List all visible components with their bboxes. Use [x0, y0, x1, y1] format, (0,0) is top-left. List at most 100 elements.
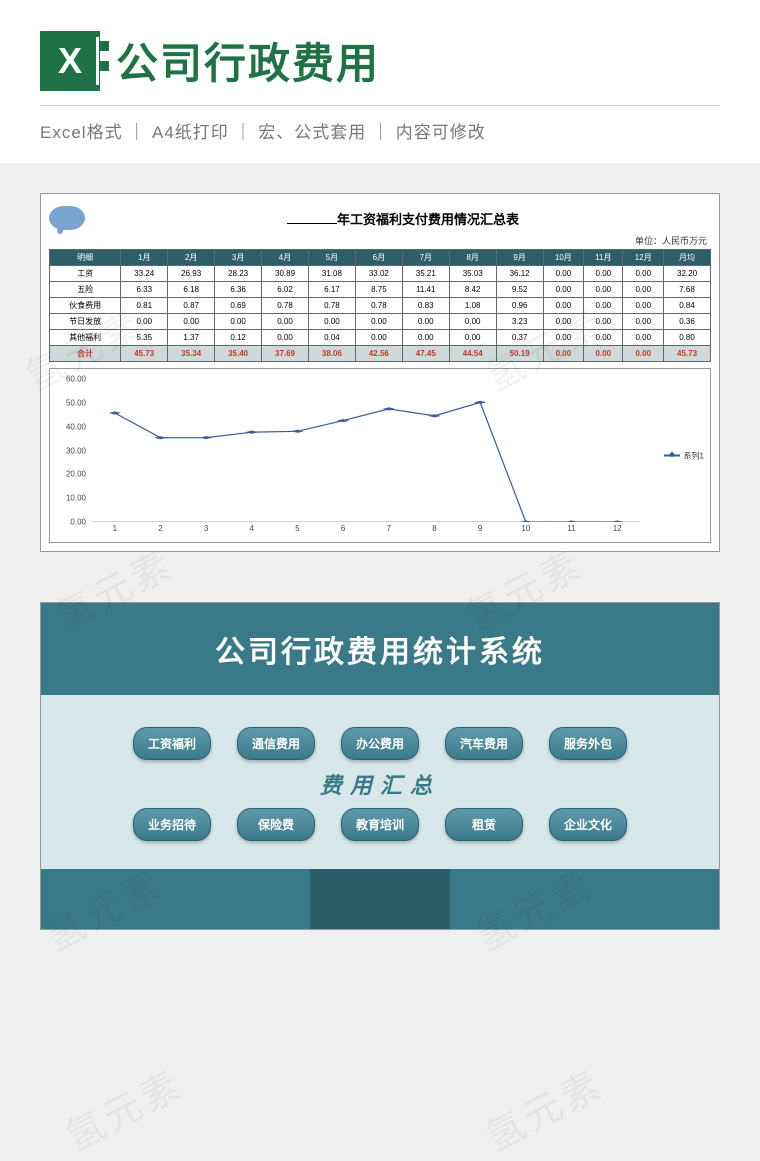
total-value: 38.06 — [308, 346, 355, 362]
chart-legend: 系列1 — [664, 450, 704, 461]
x-tick-label: 5 — [295, 524, 299, 533]
x-tick-label: 9 — [478, 524, 482, 533]
x-tick-label: 6 — [341, 524, 345, 533]
category-button[interactable]: 工资福利 — [133, 727, 211, 760]
row-value: 33.02 — [355, 266, 402, 282]
row-value: 28.23 — [215, 266, 262, 282]
row-value: 0.84 — [664, 298, 711, 314]
row-value: 0.00 — [262, 330, 309, 346]
sheet-preview-salary: 年工资福利支付费用情况汇总表 单位：人民币万元 明细1月2月3月4月5月6月7月… — [40, 193, 720, 552]
row-value: 0.00 — [543, 314, 584, 330]
row-value: 0.00 — [584, 298, 623, 314]
salary-table: 明细1月2月3月4月5月6月7月8月9月10月11月12月月均 工资33.242… — [49, 249, 711, 362]
category-button[interactable]: 办公费用 — [341, 727, 419, 760]
row-value: 0.00 — [543, 298, 584, 314]
table-header-cell: 8月 — [449, 250, 496, 266]
category-button[interactable]: 通信费用 — [237, 727, 315, 760]
y-tick-label: 10.00 — [66, 494, 86, 503]
row-value: 0.00 — [623, 314, 664, 330]
footer-bar-right — [450, 869, 719, 929]
total-value: 0.00 — [543, 346, 584, 362]
chart-y-axis: 0.0010.0020.0030.0040.0050.0060.00 — [50, 379, 88, 522]
x-tick-label: 8 — [432, 524, 436, 533]
y-tick-label: 20.00 — [66, 470, 86, 479]
x-tick-label: 1 — [113, 524, 117, 533]
legend-swatch-icon — [664, 455, 680, 457]
total-value: 37.69 — [262, 346, 309, 362]
watermark: 氢元素 — [54, 1054, 191, 1161]
row-value: 0.96 — [496, 298, 543, 314]
row-value: 7.68 — [664, 282, 711, 298]
row-value: 0.00 — [262, 314, 309, 330]
row-value: 0.83 — [402, 298, 449, 314]
sheet1-title: 年工资福利支付费用情况汇总表 — [95, 209, 711, 228]
row-value: 0.00 — [402, 330, 449, 346]
row-value: 0.00 — [623, 298, 664, 314]
table-header-cell: 明细 — [50, 250, 121, 266]
row-value: 0.00 — [543, 330, 584, 346]
table-header-cell: 7月 — [402, 250, 449, 266]
row-label: 五险 — [50, 282, 121, 298]
table-header-cell: 10月 — [543, 250, 584, 266]
table-header-cell: 9月 — [496, 250, 543, 266]
row-value: 0.12 — [215, 330, 262, 346]
table-row: 工资33.2426.9328.2330.8931.0833.0235.2135.… — [50, 266, 711, 282]
system-footer — [41, 869, 719, 929]
row-value: 0.00 — [168, 314, 215, 330]
row-label: 工资 — [50, 266, 121, 282]
row-value: 35.03 — [449, 266, 496, 282]
row-value: 1.08 — [449, 298, 496, 314]
row-value: 9.52 — [496, 282, 543, 298]
table-header-cell: 4月 — [262, 250, 309, 266]
total-label: 合计 — [50, 346, 121, 362]
row-value: 0.00 — [623, 330, 664, 346]
row-value: 0.00 — [623, 266, 664, 282]
table-header-cell: 6月 — [355, 250, 402, 266]
x-tick-label: 2 — [158, 524, 162, 533]
table-row: 五险6.336.186.366.026.178.7511.418.429.520… — [50, 282, 711, 298]
row-value: 3.23 — [496, 314, 543, 330]
page-title: 公司行政费用 — [116, 30, 380, 91]
system-banner: 公司行政费用统计系统 — [41, 603, 719, 695]
row-value: 0.04 — [308, 330, 355, 346]
row-value: 1.37 — [168, 330, 215, 346]
x-tick-label: 4 — [250, 524, 254, 533]
total-value: 35.34 — [168, 346, 215, 362]
total-value: 50.19 — [496, 346, 543, 362]
total-value: 45.73 — [664, 346, 711, 362]
page-header: 公司行政费用 Excel格式 ｜ A4纸打印 ｜ 宏、公式套用 ｜ 内容可修改 — [0, 0, 760, 163]
row-value: 0.00 — [355, 314, 402, 330]
system-body: 工资福利通信费用办公费用汽车费用服务外包 费用汇总 业务招待保险费教育培训租赁企… — [41, 695, 719, 869]
category-button[interactable]: 汽车费用 — [445, 727, 523, 760]
row-value: 0.00 — [402, 314, 449, 330]
total-value: 47.45 — [402, 346, 449, 362]
row-value: 0.78 — [308, 298, 355, 314]
row-value: 0.78 — [355, 298, 402, 314]
table-header-cell: 1月 — [121, 250, 168, 266]
row-value: 0.00 — [215, 314, 262, 330]
category-button[interactable]: 教育培训 — [341, 808, 419, 841]
chart-x-axis: 123456789101112 — [92, 524, 640, 538]
category-button[interactable]: 保险费 — [237, 808, 315, 841]
x-tick-label: 3 — [204, 524, 208, 533]
table-header-cell: 2月 — [168, 250, 215, 266]
table-header-cell: 5月 — [308, 250, 355, 266]
row-value: 36.12 — [496, 266, 543, 282]
category-button[interactable]: 租赁 — [445, 808, 523, 841]
row-value: 0.00 — [449, 330, 496, 346]
table-row: 节日发放0.000.000.000.000.000.000.000.003.23… — [50, 314, 711, 330]
row-value: 0.00 — [584, 330, 623, 346]
row-value: 0.80 — [664, 330, 711, 346]
header-top-row: 公司行政费用 — [40, 30, 720, 91]
category-button[interactable]: 业务招待 — [133, 808, 211, 841]
callout-icon — [49, 206, 85, 230]
y-tick-label: 0.00 — [70, 518, 86, 527]
watermark: 氢元素 — [474, 1054, 611, 1161]
category-button[interactable]: 企业文化 — [549, 808, 627, 841]
legend-label: 系列1 — [684, 450, 704, 461]
table-header-cell: 3月 — [215, 250, 262, 266]
row-value: 8.42 — [449, 282, 496, 298]
row-value: 6.36 — [215, 282, 262, 298]
category-button[interactable]: 服务外包 — [549, 727, 627, 760]
table-row: 伙食费用0.810.870.690.780.780.780.831.080.96… — [50, 298, 711, 314]
